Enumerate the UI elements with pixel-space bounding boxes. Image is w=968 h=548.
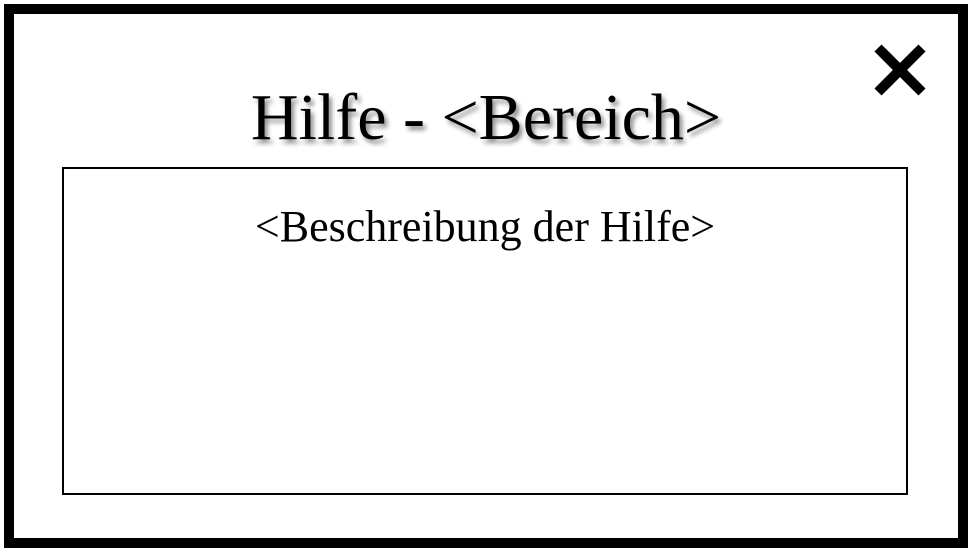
help-dialog: Hilfe - <Bereich> <Beschreibung der Hilf… [4,4,968,548]
help-description: <Beschreibung der Hilfe> [254,202,716,251]
dialog-title: Hilfe - <Bereich> [250,81,722,154]
help-content-box: <Beschreibung der Hilfe> [62,167,908,495]
